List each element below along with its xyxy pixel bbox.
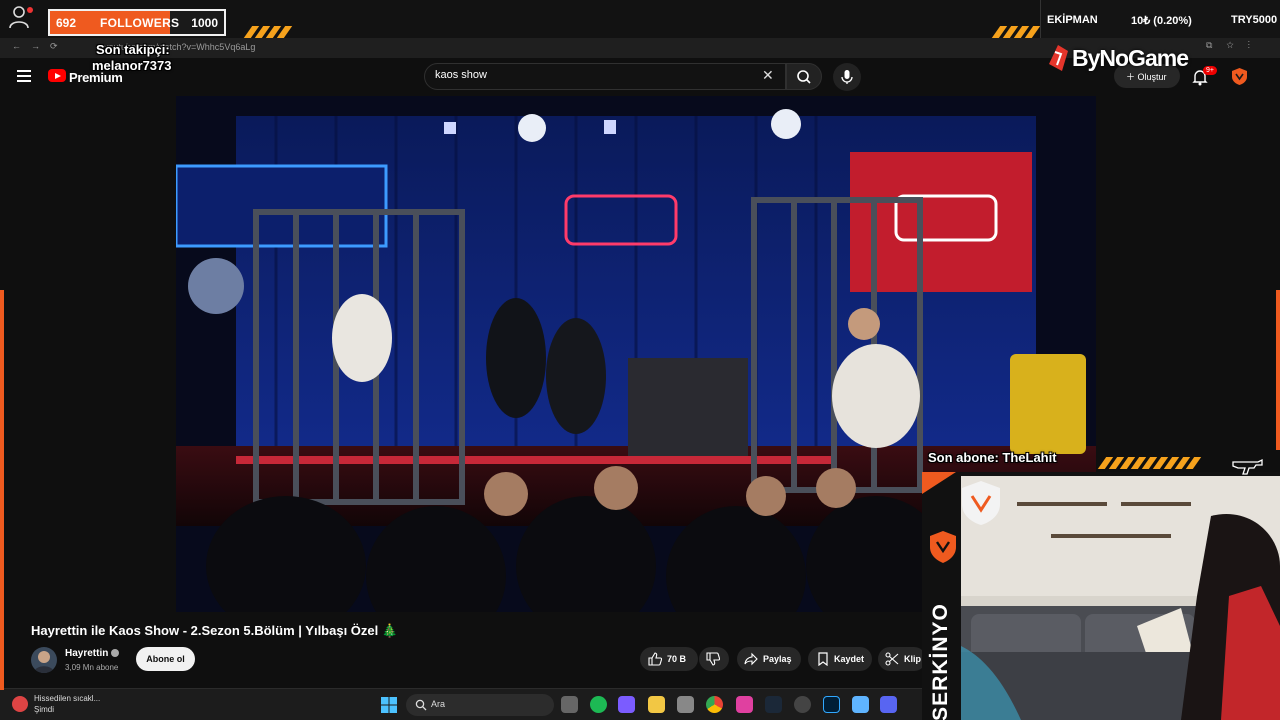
notification-count-badge: 9+ [1203, 66, 1217, 75]
channel-name-text: Hayrettin [65, 648, 109, 659]
clip-button[interactable]: Klip [878, 647, 926, 671]
streamer-name-banner: SERKİNYO [928, 530, 958, 720]
thumbs-down-icon [706, 652, 720, 666]
browser-action-icons[interactable]: ⧉☆⋮ [1206, 40, 1264, 51]
clear-search-icon[interactable]: ✕ [762, 67, 774, 84]
streamer-shield-icon [930, 531, 956, 563]
share-button[interactable]: Paylaş [737, 647, 801, 671]
plus-icon: ＋ [1126, 72, 1138, 82]
taskbar-search[interactable]: Ara [406, 694, 554, 716]
video-side-left [0, 96, 176, 612]
search-input[interactable] [435, 69, 755, 81]
sponsor-name: ByNoGame [1072, 45, 1189, 71]
user-icon [9, 6, 33, 29]
like-count: 70 B [667, 654, 687, 664]
store-icon[interactable] [677, 696, 694, 713]
webcam-feed [961, 476, 1280, 720]
webcam-image [961, 476, 1280, 720]
copilot-icon[interactable] [618, 696, 635, 713]
followers-current: 692 [56, 16, 77, 30]
channel-avatar-image [34, 651, 54, 673]
taskbar-search-label: Ara [431, 699, 446, 709]
channel-name[interactable]: Hayrettin [65, 648, 120, 659]
photoshop-icon[interactable] [823, 696, 840, 713]
decorative-stripes [1097, 456, 1202, 469]
account-avatar[interactable] [1232, 68, 1247, 85]
last-subscriber: Son abone: TheLahit [928, 450, 1057, 465]
create-label: Oluştur [1137, 72, 1167, 82]
bynogame-logo-icon [1049, 45, 1068, 71]
sponsor-logo: ByNoGame [1046, 44, 1189, 77]
thumbs-up-icon [648, 652, 662, 666]
overlay-edge-right [1276, 290, 1280, 450]
dislike-button[interactable] [699, 647, 729, 671]
menu-icon[interactable] [17, 70, 31, 82]
rifle-icon [1232, 458, 1263, 475]
bookmark-icon [818, 652, 828, 666]
microphone-icon [841, 70, 853, 84]
obs-icon[interactable] [794, 696, 811, 713]
last-follower-name: melanor7373 [92, 58, 172, 73]
donation-goal: TRY5000 [1231, 14, 1278, 26]
decorative-stripes [243, 25, 293, 38]
file-explorer-icon[interactable] [648, 696, 665, 713]
stream-overlay-top-bar: 692 FOLLOWERS 1000 EKİPMAN 10₺ (0.20%) T… [0, 0, 1280, 38]
youtube-logo-icon[interactable] [48, 69, 66, 82]
search-icon [797, 70, 811, 84]
steam-icon[interactable] [765, 696, 782, 713]
share-label: Paylaş [763, 654, 792, 664]
search-button[interactable] [786, 63, 822, 90]
weather-widget-title[interactable]: Hissedilen sıcakl... [34, 694, 100, 703]
ekipman-value: 10₺ (0.20%) [1131, 15, 1192, 27]
followers-label: FOLLOWERS [100, 16, 180, 30]
scissors-icon [885, 652, 899, 666]
subscriber-count: 3,09 Mn abone [65, 663, 119, 672]
spotify-icon[interactable] [590, 696, 607, 713]
search-icon [415, 699, 427, 711]
task-view-icon[interactable] [561, 696, 578, 713]
save-button[interactable]: Kaydet [808, 647, 872, 671]
channel-avatar[interactable] [31, 647, 57, 673]
discord-icon[interactable] [880, 696, 897, 713]
video-title: Hayrettin ile Kaos Show - 2.Sezon 5.Bölü… [31, 623, 399, 638]
streamer-name: SERKİNYO [929, 603, 952, 720]
app-icon[interactable] [852, 696, 869, 713]
channel-shield-logo-icon [962, 481, 1000, 525]
browser-nav-icons[interactable]: ←→⟳ [12, 41, 68, 52]
clip-label: Klip [904, 654, 921, 664]
decorative-stripes [991, 25, 1041, 38]
app-icon[interactable] [736, 696, 753, 713]
verified-badge-icon [111, 649, 120, 658]
subscribe-button[interactable]: Abone ol [136, 647, 195, 671]
like-button[interactable]: 70 B [640, 647, 698, 671]
donation-stats-box: EKİPMAN 10₺ (0.20%) TRY5000 [1040, 0, 1280, 38]
share-icon [744, 652, 758, 666]
chrome-icon[interactable] [706, 696, 723, 713]
save-label: Kaydet [834, 654, 865, 664]
weather-icon[interactable] [12, 696, 28, 712]
followers-goal: 1000 [191, 16, 218, 30]
search-box[interactable] [424, 63, 786, 90]
overlay-edge-left [0, 290, 4, 690]
voice-search-button[interactable] [833, 63, 861, 91]
weather-widget-time: Şimdi [34, 705, 55, 714]
last-follower-label: Son takipçi: [96, 42, 170, 57]
windows-start-icon[interactable] [381, 697, 397, 713]
ekipman-label: EKİPMAN [1047, 14, 1098, 26]
followers-goal-bar: 692 FOLLOWERS 1000 [48, 9, 226, 36]
